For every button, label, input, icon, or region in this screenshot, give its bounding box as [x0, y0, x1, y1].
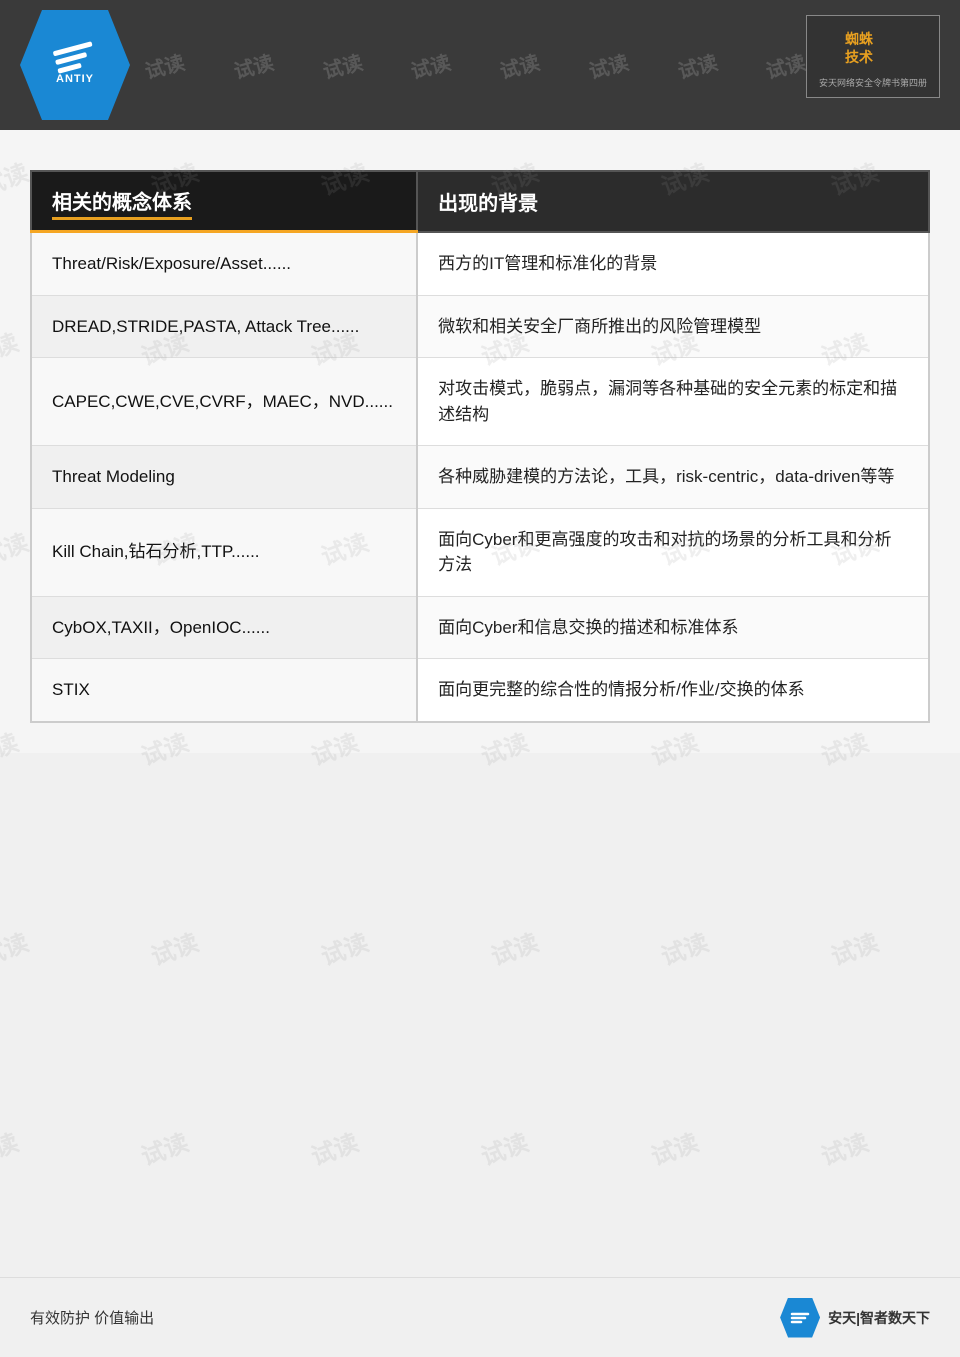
table-cell-col1-5: CybOX,TAXII，OpenIOC...... [31, 596, 417, 659]
body-wm-26: 试读 [145, 923, 202, 972]
table-row: Threat Modeling各种威胁建模的方法论，工具，risk-centri… [31, 446, 929, 509]
body-wm-28: 试读 [485, 923, 542, 972]
body-wm-29: 试读 [655, 923, 712, 972]
logo-lines [53, 41, 98, 74]
table-row: Threat/Risk/Exposure/Asset......西方的IT管理和… [31, 232, 929, 296]
logo-text: ANTIY [56, 73, 94, 85]
col2-header: 出现的背景 [417, 171, 929, 232]
table-row: CAPEC,CWE,CVE,CVRF，MAEC，NVD......对攻击模式，脆… [31, 358, 929, 446]
table-cell-col2-2: 对攻击模式，脆弱点，漏洞等各种基础的安全元素的标定和描述结构 [417, 358, 929, 446]
body-wm-35: 试读 [645, 1123, 702, 1172]
table-header-row: 相关的概念体系 出现的背景 [31, 171, 929, 232]
table-cell-col2-1: 微软和相关安全厂商所推出的风险管理模型 [417, 295, 929, 358]
body-wm-34: 试读 [475, 1123, 532, 1172]
table-cell-col2-5: 面向Cyber和信息交换的描述和标准体系 [417, 596, 929, 659]
footer: 有效防护 价值输出 安天|智者数天下 [0, 1277, 960, 1357]
body-wm-25: 试读 [0, 923, 33, 972]
header-logo: ANTIY [20, 10, 130, 120]
svg-text:技术: 技术 [845, 49, 873, 65]
table-cell-col2-3: 各种威胁建模的方法论，工具，risk-centric，data-driven等等 [417, 446, 929, 509]
data-table: 相关的概念体系 出现的背景 Threat/Risk/Exposure/Asset… [30, 170, 930, 723]
table-row: CybOX,TAXII，OpenIOC......面向Cyber和信息交换的描述… [31, 596, 929, 659]
col2-header-text: 出现的背景 [438, 193, 538, 215]
footer-right: 安天|智者数天下 [780, 1298, 930, 1338]
body-wm-33: 试读 [305, 1123, 362, 1172]
header-wm-2: 试读 [207, 40, 300, 91]
table-cell-col1-6: STIX [31, 659, 417, 722]
body-wm-27: 试读 [315, 923, 372, 972]
badge-main: 蜘蛛 技术 [819, 24, 927, 74]
header-badge: 蜘蛛 技术 安天网络安全令牌书第四册 [806, 15, 940, 98]
body-wm-30: 试读 [825, 923, 882, 972]
table-cell-col2-6: 面向更完整的综合性的情报分析/作业/交换的体系 [417, 659, 929, 722]
table-row: STIX面向更完整的综合性的情报分析/作业/交换的体系 [31, 659, 929, 722]
table-cell-col2-4: 面向Cyber和更高强度的攻击和对抗的场景的分析工具和分析方法 [417, 508, 929, 596]
header-wm-5: 试读 [473, 40, 566, 91]
header: ANTIY 试读 试读 试读 试读 试读 试读 试读 试读 蜘蛛 技术 安天网络… [0, 0, 960, 130]
header-wm-1: 试读 [118, 40, 211, 91]
table-row: Kill Chain,钻石分析,TTP......面向Cyber和更高强度的攻击… [31, 508, 929, 596]
main-content: 相关的概念体系 出现的背景 Threat/Risk/Exposure/Asset… [0, 130, 960, 753]
svg-text:蜘蛛: 蜘蛛 [845, 31, 874, 47]
table-cell-col1-0: Threat/Risk/Exposure/Asset...... [31, 232, 417, 296]
header-watermarks: 试读 试读 试读 试读 试读 试读 试读 试读 [120, 0, 830, 130]
col1-header: 相关的概念体系 [31, 171, 417, 232]
footer-logo-icon [780, 1298, 820, 1338]
body-wm-32: 试读 [135, 1123, 192, 1172]
table-cell-col1-4: Kill Chain,钻石分析,TTP...... [31, 508, 417, 596]
body-wm-31: 试读 [0, 1123, 23, 1172]
table-cell-col1-1: DREAD,STRIDE,PASTA, Attack Tree...... [31, 295, 417, 358]
header-wm-3: 试读 [295, 40, 388, 91]
footer-brand-text: 安天|智者数天下 [828, 1308, 930, 1328]
table-cell-col1-3: Threat Modeling [31, 446, 417, 509]
table-cell-col1-2: CAPEC,CWE,CVE,CVRF，MAEC，NVD...... [31, 358, 417, 446]
badge-sub: 安天网络安全令牌书第四册 [819, 76, 927, 89]
header-wm-7: 试读 [650, 40, 743, 91]
col1-header-text: 相关的概念体系 [52, 186, 192, 220]
body-wm-36: 试读 [815, 1123, 872, 1172]
table-row: DREAD,STRIDE,PASTA, Attack Tree......微软和… [31, 295, 929, 358]
header-wm-6: 试读 [562, 40, 655, 91]
header-wm-4: 试读 [384, 40, 477, 91]
footer-left-text: 有效防护 价值输出 [30, 1307, 154, 1328]
table-cell-col2-0: 西方的IT管理和标准化的背景 [417, 232, 929, 296]
